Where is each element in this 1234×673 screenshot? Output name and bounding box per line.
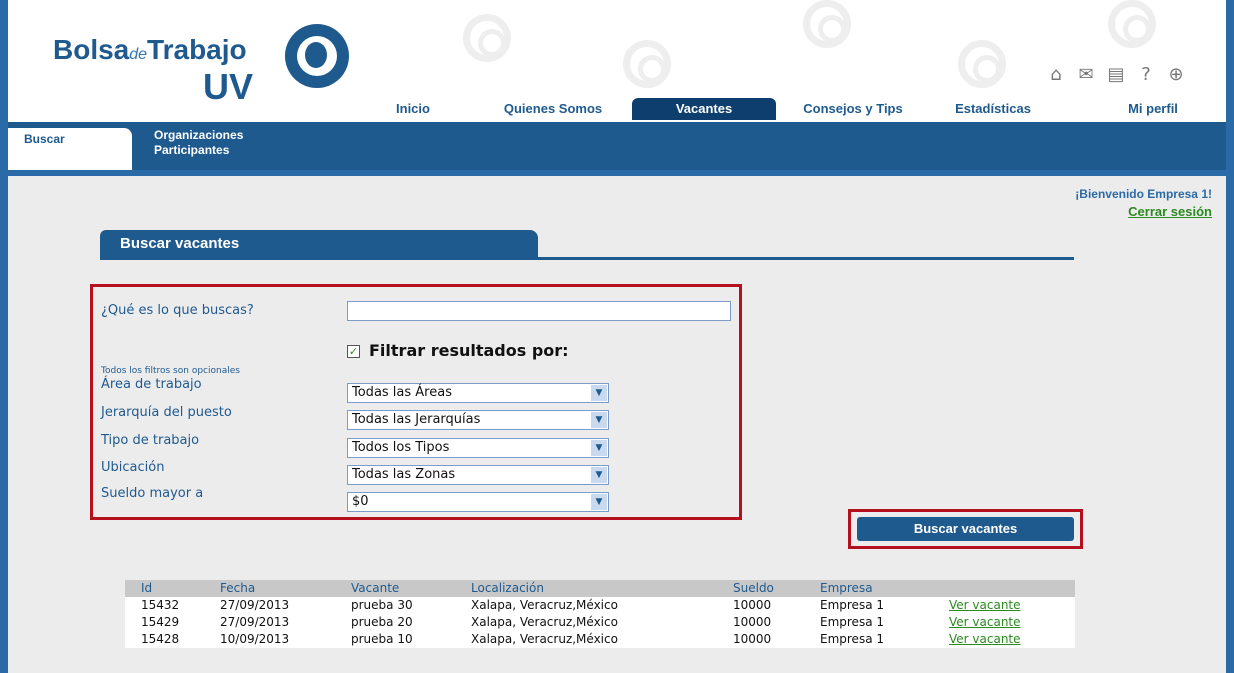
ubicacion-label: Ubicación bbox=[101, 460, 165, 475]
section-header: Buscar vacantes bbox=[100, 230, 538, 258]
cell-sueldo: 10000 bbox=[733, 615, 772, 629]
chevron-down-icon: ▼ bbox=[591, 385, 607, 401]
help-icon[interactable]: ? bbox=[1136, 64, 1156, 85]
sub-navigation: Buscar Organizaciones Participantes bbox=[8, 122, 1226, 170]
cell-localizacion: Xalapa, Veracruz,México bbox=[471, 598, 618, 612]
filter-checkbox-label: Filtrar resultados por: bbox=[369, 341, 569, 360]
home-icon[interactable]: ⌂ bbox=[1046, 64, 1066, 85]
chevron-down-icon: ▼ bbox=[591, 412, 607, 428]
cell-empresa: Empresa 1 bbox=[820, 598, 884, 612]
table-header: Id Fecha Vacante Localización Sueldo Emp… bbox=[125, 580, 1075, 597]
ubicacion-select-value: Todas las Zonas bbox=[352, 467, 456, 482]
cell-fecha: 27/09/2013 bbox=[220, 598, 290, 612]
page: BolsadeTrabajo UV ⌂ ✉ ▤ ? ⊕ Inicio Quien… bbox=[0, 0, 1234, 673]
frame-border-left bbox=[0, 0, 8, 673]
top-navigation: Inicio Quienes Somos Vacantes Consejos y… bbox=[8, 98, 1226, 122]
header-fecha: Fecha bbox=[220, 581, 256, 595]
ubicacion-select[interactable]: Todas las Zonas ▼ bbox=[347, 465, 609, 485]
mail-icon[interactable]: ✉ bbox=[1076, 64, 1096, 85]
welcome-panel: ¡Bienvenido Empresa 1! Cerrar sesión bbox=[1075, 186, 1212, 220]
section-title: Buscar vacantes bbox=[120, 235, 240, 252]
subtab-organizaciones[interactable]: Organizaciones Participantes bbox=[154, 128, 294, 158]
sueldo-label: Sueldo mayor a bbox=[101, 486, 204, 501]
cell-sueldo: 10000 bbox=[733, 598, 772, 612]
tipo-label: Tipo de trabajo bbox=[101, 433, 200, 448]
subtab-buscar[interactable]: Buscar bbox=[8, 128, 132, 170]
sueldo-select-value: $0 bbox=[352, 494, 369, 509]
cell-localizacion: Xalapa, Veracruz,México bbox=[471, 632, 618, 646]
globe-icon[interactable]: ⊕ bbox=[1166, 64, 1186, 85]
watermark-swirl bbox=[958, 40, 1006, 88]
tipo-select[interactable]: Todos los Tipos ▼ bbox=[347, 438, 609, 458]
query-label: ¿Qué es lo que buscas? bbox=[101, 303, 254, 318]
nav-quienes-somos[interactable]: Quienes Somos bbox=[488, 98, 618, 120]
view-vacancy-link[interactable]: Ver vacante bbox=[949, 632, 1021, 646]
chevron-down-icon: ▼ bbox=[591, 467, 607, 483]
main-content: ¡Bienvenido Empresa 1! Cerrar sesión Bus… bbox=[8, 176, 1226, 673]
welcome-greeting: ¡Bienvenido Empresa 1! bbox=[1075, 187, 1212, 201]
document-icon[interactable]: ▤ bbox=[1106, 64, 1126, 85]
cell-vacante: prueba 30 bbox=[351, 598, 413, 612]
section-underline bbox=[100, 257, 1074, 260]
watermark-swirl bbox=[1108, 0, 1156, 48]
jerarquia-select[interactable]: Todas las Jerarquías ▼ bbox=[347, 410, 609, 430]
cell-vacante: prueba 20 bbox=[351, 615, 413, 629]
filter-checkbox[interactable]: ✓ bbox=[347, 345, 360, 358]
nav-consejos-y-tips[interactable]: Consejos y Tips bbox=[783, 98, 923, 120]
cell-empresa: Empresa 1 bbox=[820, 632, 884, 646]
nav-mi-perfil[interactable]: Mi perfil bbox=[1108, 98, 1198, 120]
jerarquia-label: Jerarquía del puesto bbox=[101, 405, 232, 420]
logo-swirl-icon bbox=[285, 24, 349, 88]
table-row: 15432 27/09/2013 prueba 30 Xalapa, Verac… bbox=[125, 597, 1075, 614]
nav-vacantes[interactable]: Vacantes bbox=[632, 98, 776, 120]
sueldo-select[interactable]: $0 ▼ bbox=[347, 492, 609, 512]
watermark-swirl bbox=[623, 40, 671, 88]
tipo-select-value: Todos los Tipos bbox=[352, 440, 450, 455]
cell-sueldo: 10000 bbox=[733, 632, 772, 646]
header-localizacion: Localización bbox=[471, 581, 544, 595]
search-button-frame: Buscar vacantes bbox=[848, 509, 1083, 549]
header-vacante: Vacante bbox=[351, 581, 400, 595]
cell-id: 15429 bbox=[141, 615, 180, 629]
cell-localizacion: Xalapa, Veracruz,México bbox=[471, 615, 618, 629]
frame-border-right bbox=[1226, 0, 1234, 673]
header-empresa: Empresa bbox=[820, 581, 873, 595]
top-icon-bar: ⌂ ✉ ▤ ? ⊕ bbox=[1046, 64, 1186, 85]
chevron-down-icon: ▼ bbox=[591, 440, 607, 456]
nav-inicio[interactable]: Inicio bbox=[373, 98, 453, 120]
cell-fecha: 27/09/2013 bbox=[220, 615, 290, 629]
header: BolsadeTrabajo UV ⌂ ✉ ▤ ? ⊕ Inicio Quien… bbox=[8, 0, 1226, 122]
search-form: ¿Qué es lo que buscas? ✓ Filtrar resulta… bbox=[90, 284, 742, 520]
watermark-swirl bbox=[463, 14, 511, 62]
view-vacancy-link[interactable]: Ver vacante bbox=[949, 615, 1021, 629]
cell-empresa: Empresa 1 bbox=[820, 615, 884, 629]
jerarquia-select-value: Todas las Jerarquías bbox=[352, 412, 481, 427]
subtab-buscar-label: Buscar bbox=[24, 132, 65, 146]
nav-estadisticas[interactable]: Estadísticas bbox=[938, 98, 1048, 120]
chevron-down-icon: ▼ bbox=[591, 494, 607, 510]
logo-text: BolsadeTrabajo bbox=[53, 34, 247, 65]
area-select[interactable]: Todas las Áreas ▼ bbox=[347, 383, 609, 403]
watermark-swirl bbox=[803, 0, 851, 48]
cell-id: 15428 bbox=[141, 632, 180, 646]
results-table: Id Fecha Vacante Localización Sueldo Emp… bbox=[125, 580, 1075, 648]
table-row: 15428 10/09/2013 prueba 10 Xalapa, Verac… bbox=[125, 631, 1075, 648]
search-input[interactable] bbox=[347, 301, 731, 321]
cell-vacante: prueba 10 bbox=[351, 632, 413, 646]
area-select-value: Todas las Áreas bbox=[352, 385, 452, 400]
cell-id: 15432 bbox=[141, 598, 180, 612]
filter-note: Todos los filtros son opcionales bbox=[101, 366, 240, 376]
search-vacancies-button[interactable]: Buscar vacantes bbox=[857, 517, 1074, 541]
table-row: 15429 27/09/2013 prueba 20 Xalapa, Verac… bbox=[125, 614, 1075, 631]
cell-fecha: 10/09/2013 bbox=[220, 632, 290, 646]
logout-link[interactable]: Cerrar sesión bbox=[1075, 203, 1212, 220]
view-vacancy-link[interactable]: Ver vacante bbox=[949, 598, 1021, 612]
header-sueldo: Sueldo bbox=[733, 581, 774, 595]
area-label: Área de trabajo bbox=[101, 377, 202, 392]
site-logo[interactable]: BolsadeTrabajo UV bbox=[53, 22, 353, 107]
header-id: Id bbox=[141, 581, 153, 595]
